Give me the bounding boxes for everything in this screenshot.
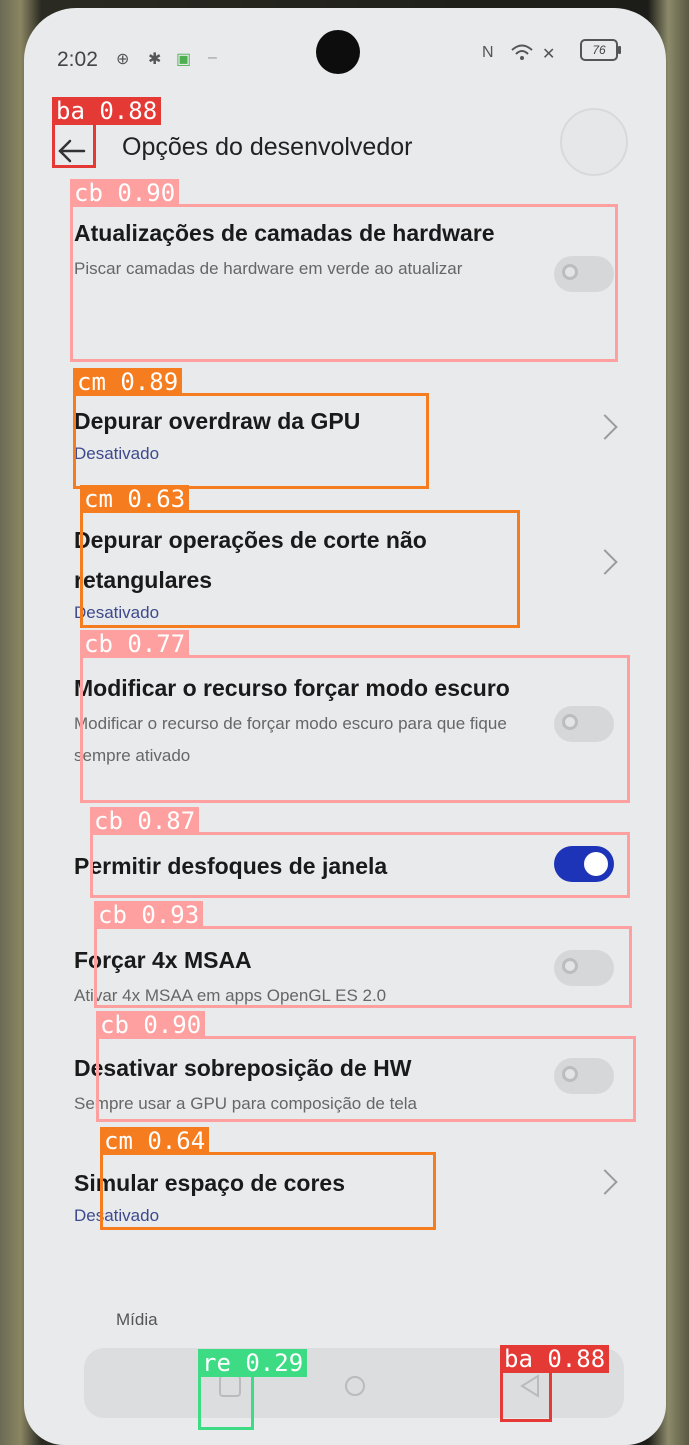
setting-title: Depurar operações de corte não retangula… xyxy=(74,527,427,593)
setting-title: Modificar o recurso forçar modo escuro xyxy=(74,675,510,701)
home-button[interactable] xyxy=(339,1370,371,1402)
vpn-icon: ⊕ xyxy=(116,51,130,68)
setting-value: Desativado xyxy=(74,603,160,622)
setting-value: Desativado xyxy=(74,444,160,463)
status-time: 2:02 xyxy=(57,48,98,71)
setting-window-blur[interactable]: Permitir desfoques de janela xyxy=(74,846,614,886)
wifi-icon xyxy=(510,42,534,67)
section-header-media: Mídia xyxy=(116,1310,158,1329)
back-nav-button[interactable] xyxy=(514,1370,546,1402)
disable-hw-overlays-toggle[interactable] xyxy=(554,1058,614,1094)
force-msaa-toggle[interactable] xyxy=(554,950,614,986)
setting-title: Atualizações de camadas de hardware xyxy=(74,220,495,246)
bug-icon: ✱ xyxy=(148,51,162,68)
setting-subtitle: Ativar 4x MSAA em apps OpenGL ES 2.0 xyxy=(74,986,387,1005)
navigation-bar xyxy=(84,1348,624,1418)
avatar[interactable] xyxy=(560,108,628,176)
arrow-left-icon xyxy=(58,139,86,163)
toggle-knob xyxy=(562,958,578,974)
setting-subtitle: Piscar camadas de hardware em verde ao a… xyxy=(74,259,463,278)
chevron-right-icon[interactable] xyxy=(592,549,618,575)
nfc-icon: N xyxy=(482,44,494,61)
setting-subtitle: Modificar o recurso de forçar modo escur… xyxy=(74,714,507,765)
window-blur-toggle[interactable] xyxy=(554,846,614,882)
back-button[interactable] xyxy=(54,133,90,169)
toggle-knob xyxy=(562,1066,578,1082)
more-icon: – xyxy=(208,49,217,66)
setting-title: Desativar sobreposição de HW xyxy=(74,1055,412,1081)
setting-title: Depurar overdraw da GPU xyxy=(74,408,361,434)
status-bar: 2:02 ⊕ ✱ ▣ – N ✕ 76 xyxy=(24,8,666,98)
app-notification-icon: ▣ xyxy=(176,51,192,68)
toggle-knob xyxy=(562,264,578,280)
toggle-knob xyxy=(562,714,578,730)
setting-subtitle: Sempre usar a GPU para composição de tel… xyxy=(74,1094,418,1113)
front-camera xyxy=(316,30,360,74)
setting-title: Forçar 4x MSAA xyxy=(74,947,252,973)
toggle-knob xyxy=(584,852,608,876)
app-header: Opções do desenvolvedor xyxy=(24,103,666,183)
force-dark-toggle[interactable] xyxy=(554,706,614,742)
sim-icon: ✕ xyxy=(542,46,556,63)
setting-clip-operations[interactable]: Depurar operações de corte não retangula… xyxy=(74,520,504,626)
page-title: Opções do desenvolvedor xyxy=(122,133,413,161)
setting-value: Desativado xyxy=(74,1206,160,1225)
setting-disable-hw-overlays[interactable]: Desativar sobreposição de HW Sempre usar… xyxy=(74,1048,614,1120)
setting-hw-layer-updates[interactable]: Atualizações de camadas de hardware Pisc… xyxy=(74,213,534,285)
setting-gpu-overdraw[interactable]: Depurar overdraw da GPU Desativado xyxy=(74,401,614,467)
hw-layer-updates-toggle[interactable] xyxy=(554,256,614,292)
back-triangle-icon xyxy=(520,1374,539,1398)
setting-title: Permitir desfoques de janela xyxy=(74,853,388,879)
battery-icon: 76 xyxy=(580,39,621,61)
recents-button[interactable] xyxy=(214,1370,246,1402)
setting-simulate-color-space[interactable]: Simular espaço de cores Desativado xyxy=(74,1163,614,1229)
home-icon xyxy=(345,1376,365,1396)
setting-title: Simular espaço de cores xyxy=(74,1170,346,1196)
recents-icon xyxy=(219,1375,241,1397)
setting-force-dark[interactable]: Modificar o recurso forçar modo escuro M… xyxy=(74,668,514,772)
phone-screen: 2:02 ⊕ ✱ ▣ – N ✕ 76 Opções do desenvolve… xyxy=(24,8,666,1445)
setting-force-msaa[interactable]: Forçar 4x MSAA Ativar 4x MSAA em apps Op… xyxy=(74,940,614,1012)
